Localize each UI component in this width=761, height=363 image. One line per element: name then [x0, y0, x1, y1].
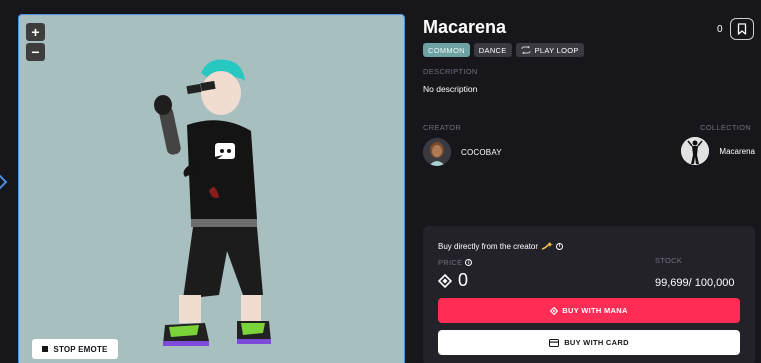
sparkle-icon: [541, 242, 554, 250]
creator-link[interactable]: COCOBAY: [423, 138, 502, 166]
mana-icon: [550, 306, 559, 315]
buy-title: Buy directly from the creator i: [438, 241, 564, 251]
favorites-count: 0: [717, 24, 723, 35]
stock-value: 99,699/ 100,000: [655, 277, 735, 289]
stop-emote-button[interactable]: STOP EMOTE: [32, 339, 118, 359]
badge-row: COMMON DANCE PLAY LOOP: [423, 43, 584, 57]
buy-with-mana-label: BUY WITH MANA: [562, 306, 628, 315]
zoom-out-button[interactable]: −: [26, 43, 45, 61]
bookmark-button[interactable]: [730, 18, 754, 40]
buy-title-text: Buy directly from the creator: [438, 241, 539, 251]
page: + − STOP EMOTE Macarena 0 COMMON DANCE P…: [0, 0, 761, 363]
stock-label: STOCK: [655, 256, 683, 265]
credit-card-icon: [549, 338, 560, 347]
buy-with-card-label: BUY WITH CARD: [564, 338, 629, 347]
creator-name: COCOBAY: [461, 147, 502, 157]
creator-label: CREATOR: [423, 123, 462, 132]
emote-preview[interactable]: + − STOP EMOTE: [18, 14, 405, 363]
collection-link[interactable]: Macarena: [681, 137, 755, 165]
collection-label: COLLECTION: [700, 123, 751, 132]
zoom-in-button[interactable]: +: [26, 23, 45, 41]
collection-name: Macarena: [719, 146, 755, 156]
price-amount: 0: [458, 270, 469, 290]
price-label-text: PRICE: [438, 258, 463, 267]
price-label: PRICE i: [438, 258, 473, 267]
info-icon[interactable]: i: [556, 242, 564, 250]
item-details: Macarena 0 COMMON DANCE PLAY LOOP DESCRI…: [423, 0, 761, 363]
creator-avatar: [423, 138, 451, 166]
stop-icon: [42, 346, 49, 352]
price-info-icon[interactable]: i: [465, 259, 473, 266]
buy-with-mana-button[interactable]: BUY WITH MANA: [438, 298, 740, 323]
play-mode-label: PLAY LOOP: [534, 45, 579, 55]
buy-with-card-button[interactable]: BUY WITH CARD: [438, 330, 740, 355]
chevron-right-icon[interactable]: [0, 172, 8, 192]
bookmark-icon: [737, 23, 747, 35]
avatar-figure: [154, 59, 271, 346]
collection-thumbnail: [681, 137, 710, 165]
buy-card: Buy directly from the creator i PRICE i …: [423, 226, 755, 363]
price-value: 0: [438, 270, 468, 291]
stop-emote-label: STOP EMOTE: [53, 344, 108, 354]
play-mode-badge[interactable]: PLAY LOOP: [515, 43, 584, 57]
item-title: Macarena: [423, 17, 507, 37]
mana-icon: [438, 273, 452, 288]
description-text: No description: [423, 84, 478, 94]
rarity-badge[interactable]: COMMON: [423, 43, 470, 57]
category-badge[interactable]: DANCE: [473, 43, 512, 57]
loop-icon: [521, 46, 531, 54]
description-label: DESCRIPTION: [423, 67, 478, 76]
